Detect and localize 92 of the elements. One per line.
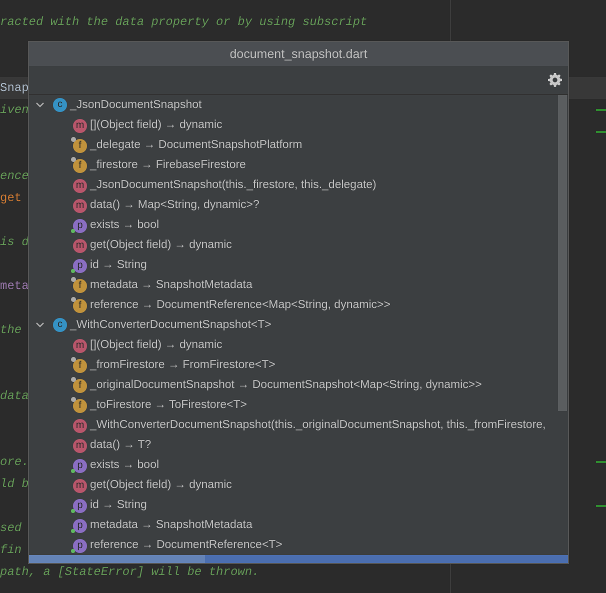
tree-item[interactable]: c _WithConverterDocumentSnapshot<T> xyxy=(29,315,558,335)
item-label: data() → Map<String, dynamic>? xyxy=(90,199,260,211)
field-icon: f xyxy=(71,277,87,293)
item-label: _delegate → DocumentSnapshotPlatform xyxy=(90,139,302,151)
item-label: get(Object field) → dynamic xyxy=(90,239,232,251)
horizontal-scrollbar[interactable] xyxy=(29,555,568,563)
item-label: _toFirestore → ToFirestore<T> xyxy=(90,399,248,411)
tree-item[interactable]: f _originalDocumentSnapshot → DocumentSnapshot<Map<String, dynamic>> xyxy=(29,375,558,395)
code-text: fin xyxy=(0,543,22,557)
code-text: racted with the data property or by using subscript xyxy=(0,15,368,29)
tree-item[interactable]: m [](Object field) → dynamic xyxy=(29,335,558,355)
class-icon: c xyxy=(53,318,67,332)
tree-item[interactable]: m get(Object field) → dynamic xyxy=(29,475,558,495)
item-label: reference → DocumentReference<Map<String, dynamic>> xyxy=(90,299,390,311)
change-marker xyxy=(596,505,606,507)
field-icon: f xyxy=(71,157,87,173)
settings-icon[interactable] xyxy=(548,73,562,87)
chevron-icon[interactable] xyxy=(35,100,45,110)
item-label: _WithConverterDocumentSnapshot(this._originalDocumentSnapshot, this._fromFirestore, xyxy=(90,419,546,431)
tree-item[interactable]: c _JsonDocumentSnapshot xyxy=(29,95,558,115)
code-text: path, a [StateError] will be thrown. xyxy=(0,565,260,579)
item-label: _WithConverterDocumentSnapshot<T> xyxy=(70,319,272,331)
field-icon: f xyxy=(71,377,87,393)
item-label: [](Object field) → dynamic xyxy=(90,339,222,351)
method-icon: m xyxy=(71,437,87,453)
code-text: ore. xyxy=(0,455,29,469)
method-icon: m xyxy=(71,417,87,433)
field-icon: f xyxy=(71,297,87,313)
item-label: id → String xyxy=(90,259,147,271)
tree-item[interactable]: p exists → bool xyxy=(29,215,558,235)
tree-item[interactable]: f _fromFirestore → FromFirestore<T> xyxy=(29,355,558,375)
property-icon: p xyxy=(71,257,87,273)
item-label: [](Object field) → dynamic xyxy=(90,119,222,131)
code-text: get xyxy=(0,191,22,205)
field-icon: f xyxy=(71,397,87,413)
method-icon: m xyxy=(71,177,87,193)
item-label: _fromFirestore → FromFirestore<T> xyxy=(90,359,276,371)
item-label: metadata → SnapshotMetadata xyxy=(90,279,252,291)
method-icon: m xyxy=(71,197,87,213)
change-marker xyxy=(596,461,606,463)
tree-item[interactable]: m get(Object field) → dynamic xyxy=(29,235,558,255)
item-label: get(Object field) → dynamic xyxy=(90,479,232,491)
tree-item[interactable]: m data() → T? xyxy=(29,435,558,455)
item-label: reference → DocumentReference<T> xyxy=(90,539,282,551)
tree-item[interactable]: p reference → DocumentReference<T> xyxy=(29,535,558,555)
field-icon: f xyxy=(71,357,87,373)
code-text: data xyxy=(0,389,29,403)
change-marker xyxy=(596,109,606,111)
tree-item[interactable]: f metadata → SnapshotMetadata xyxy=(29,275,558,295)
property-icon: p xyxy=(71,497,87,513)
scrollbar-thumb[interactable] xyxy=(558,95,567,411)
code-text: iven xyxy=(0,103,29,117)
chevron-icon[interactable] xyxy=(35,320,45,330)
code-text: meta xyxy=(0,279,29,293)
item-label: exists → bool xyxy=(90,219,160,231)
item-label: _firestore → FirebaseFirestore xyxy=(90,159,246,171)
method-icon: m xyxy=(71,337,87,353)
code-text: ence xyxy=(0,169,29,183)
popup-title: document_snapshot.dart xyxy=(29,42,568,66)
tree-item[interactable]: p id → String xyxy=(29,495,558,515)
code-text: ld b xyxy=(0,477,29,491)
code-text: sed xyxy=(0,521,22,535)
tree-item[interactable]: m _JsonDocumentSnapshot(this._firestore, this._delegate) xyxy=(29,175,558,195)
tree-item[interactable]: f _delegate → DocumentSnapshotPlatform xyxy=(29,135,558,155)
tree-item[interactable]: m _WithConverterDocumentSnapshot(this._originalDocumentSnapshot, this._fromFirestore, xyxy=(29,415,558,435)
tree-item[interactable]: m data() → Map<String, dynamic>? xyxy=(29,195,558,215)
item-label: data() → T? xyxy=(90,439,152,451)
property-icon: p xyxy=(71,457,87,473)
method-icon: m xyxy=(71,117,87,133)
item-label: _originalDocumentSnapshot → DocumentSnapshot<Map<String, dynamic>> xyxy=(90,379,482,391)
item-label: exists → bool xyxy=(90,459,160,471)
item-label: id → String xyxy=(90,499,147,511)
item-label: _JsonDocumentSnapshot(this._firestore, this._delegate) xyxy=(90,179,376,191)
tree-item[interactable]: f _firestore → FirebaseFirestore xyxy=(29,155,558,175)
tree-item[interactable]: f _toFirestore → ToFirestore<T> xyxy=(29,395,558,415)
code-text: the xyxy=(0,323,22,337)
field-icon: f xyxy=(71,137,87,153)
change-marker xyxy=(596,131,606,133)
code-text: Snap xyxy=(0,81,29,95)
method-icon: m xyxy=(71,477,87,493)
method-icon: m xyxy=(71,237,87,253)
property-icon: p xyxy=(71,217,87,233)
tree-item[interactable]: m [](Object field) → dynamic xyxy=(29,115,558,135)
property-icon: p xyxy=(71,517,87,533)
property-icon: p xyxy=(71,537,87,553)
item-label: metadata → SnapshotMetadata xyxy=(90,519,252,531)
tree-item[interactable]: p id → String xyxy=(29,255,558,275)
class-icon: c xyxy=(53,98,67,112)
item-label: _JsonDocumentSnapshot xyxy=(70,99,202,111)
tree-item[interactable]: f reference → DocumentReference<Map<String, dynamic>> xyxy=(29,295,558,315)
tree-item[interactable]: p metadata → SnapshotMetadata xyxy=(29,515,558,535)
tree-item[interactable]: p exists → bool xyxy=(29,455,558,475)
